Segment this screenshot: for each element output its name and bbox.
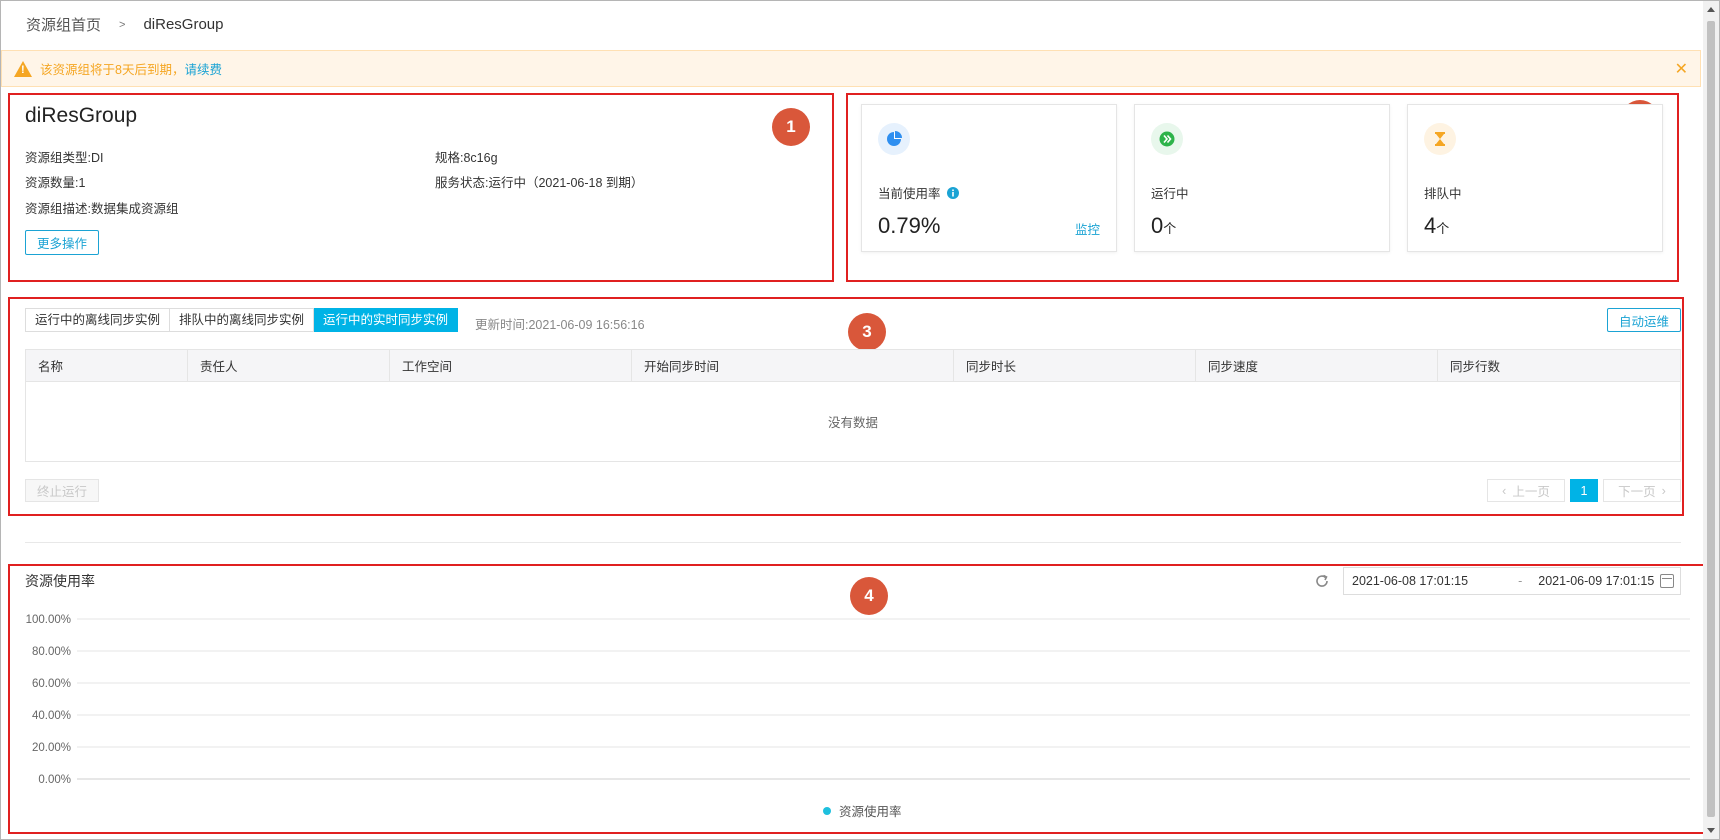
running-unit: 个	[1163, 221, 1177, 236]
chevron-right-icon: ›	[1661, 483, 1666, 498]
running-label: 运行中	[1151, 187, 1189, 201]
date-separator: -	[1518, 574, 1523, 588]
y-tick-label: 100.00%	[26, 614, 71, 626]
hourglass-icon	[1424, 123, 1456, 155]
more-actions-button[interactable]: 更多操作	[25, 230, 99, 255]
y-tick-label: 80.00%	[32, 646, 71, 658]
usage-rate-label: 当前使用率	[878, 183, 959, 202]
next-page-label: 下一页	[1618, 485, 1656, 499]
usage-rate-value: 0.79%	[878, 213, 941, 238]
prev-page-label: 上一页	[1512, 485, 1550, 499]
running-value: 0个	[1151, 213, 1176, 239]
usage-chart-title: 资源使用率	[25, 573, 95, 589]
usage-rate-card: 当前使用率 0.79% 监控	[861, 104, 1117, 252]
usage-rate-label-text: 当前使用率	[878, 187, 941, 201]
prev-page-button[interactable]: ‹ 上一页	[1487, 479, 1565, 502]
y-tick-label: 20.00%	[32, 742, 71, 754]
pie-chart-icon	[878, 123, 910, 155]
breadcrumb-current: diResGroup	[143, 16, 224, 33]
resource-group-title: diResGroup	[25, 104, 138, 127]
breadcrumb: 资源组首页 > diResGroup	[26, 14, 224, 35]
instance-tabs: 运行中的离线同步实例 排队中的离线同步实例 运行中的实时同步实例	[25, 308, 459, 332]
scroll-up-arrow-icon[interactable]	[1707, 7, 1715, 12]
column-rows: 同步行数	[1437, 349, 1681, 382]
chevron-left-icon: ‹	[1502, 483, 1507, 498]
column-duration: 同步时长	[953, 349, 1196, 382]
queued-card: 排队中 4个	[1407, 104, 1663, 252]
y-tick-label: 60.00%	[32, 678, 71, 690]
close-icon[interactable]: ✕	[1675, 59, 1688, 79]
breadcrumb-home[interactable]: 资源组首页	[26, 14, 101, 35]
stop-button[interactable]: 终止运行	[25, 479, 99, 502]
queued-unit: 个	[1436, 221, 1450, 236]
service-status: 服务状态:运行中（2021-06-18 到期）	[435, 176, 644, 190]
column-owner: 责任人	[187, 349, 390, 382]
scroll-down-arrow-icon[interactable]	[1707, 828, 1715, 833]
table-empty-row: 没有数据	[25, 381, 1681, 462]
scrollbar-thumb[interactable]	[1707, 21, 1715, 817]
calendar-icon[interactable]	[1660, 574, 1674, 588]
running-icon	[1151, 123, 1183, 155]
queued-value: 4个	[1424, 213, 1449, 239]
resource-count: 资源数量:1	[25, 176, 86, 190]
queued-label: 排队中	[1424, 187, 1462, 201]
queued-count: 4	[1424, 213, 1437, 238]
monitor-link[interactable]: 监控	[1075, 219, 1100, 238]
tab-queued-offline[interactable]: 排队中的离线同步实例	[170, 308, 315, 332]
column-speed: 同步速度	[1195, 349, 1438, 382]
instance-table: 名称 责任人 工作空间 开始同步时间 同步时长 同步速度 同步行数 没有数据	[25, 349, 1681, 462]
section-divider	[25, 542, 1681, 543]
end-date[interactable]: 2021-06-09 17:01:15	[1538, 574, 1654, 588]
tab-running-realtime[interactable]: 运行中的实时同步实例	[314, 308, 459, 332]
table-header-row: 名称 责任人 工作空间 开始同步时间 同步时长 同步速度 同步行数	[25, 349, 1681, 382]
column-start-time: 开始同步时间	[631, 349, 954, 382]
running-card: 运行中 0个	[1134, 104, 1390, 252]
chart-legend[interactable]: 资源使用率	[823, 801, 902, 820]
renew-link[interactable]: 请续费	[184, 59, 222, 78]
start-date[interactable]: 2021-06-08 17:01:15	[1352, 574, 1468, 588]
alert-message: 该资源组将于8天后到期，	[40, 63, 185, 77]
warning-icon	[14, 60, 32, 77]
column-name: 名称	[25, 349, 188, 382]
vertical-scrollbar[interactable]	[1703, 1, 1719, 839]
legend-dot	[823, 806, 831, 815]
expiry-alert: 该资源组将于8天后到期， 请续费 ✕	[1, 50, 1701, 87]
legend-label: 资源使用率	[839, 805, 902, 819]
info-icon[interactable]	[946, 186, 959, 199]
annotation-badge-3: 3	[848, 313, 886, 351]
y-tick-label: 40.00%	[32, 710, 71, 722]
empty-message: 没有数据	[25, 381, 1681, 462]
annotation-badge-1: 1	[772, 108, 810, 146]
resource-group-desc: 资源组描述:数据集成资源组	[25, 202, 179, 216]
refresh-icon[interactable]	[1313, 572, 1331, 590]
date-range-picker[interactable]: 2021-06-08 17:01:15 - 2021-06-09 17:01:1…	[1343, 567, 1681, 595]
usage-line-chart: 100.00% 80.00% 60.00% 40.00% 20.00% 0.00%	[26, 614, 1690, 786]
page-1-button[interactable]: 1	[1570, 479, 1598, 502]
resource-group-spec: 规格:8c16g	[435, 151, 498, 165]
next-page-button[interactable]: 下一页 ›	[1603, 479, 1681, 502]
update-time: 更新时间:2021-06-09 16:56:16	[475, 318, 645, 332]
resource-group-type: 资源组类型:DI	[25, 151, 104, 165]
column-workspace: 工作空间	[389, 349, 632, 382]
breadcrumb-separator: >	[119, 18, 126, 31]
tab-running-offline[interactable]: 运行中的离线同步实例	[25, 308, 171, 332]
auto-ops-button[interactable]: 自动运维	[1607, 308, 1681, 332]
running-count: 0	[1151, 213, 1164, 238]
y-tick-label: 0.00%	[38, 774, 71, 786]
